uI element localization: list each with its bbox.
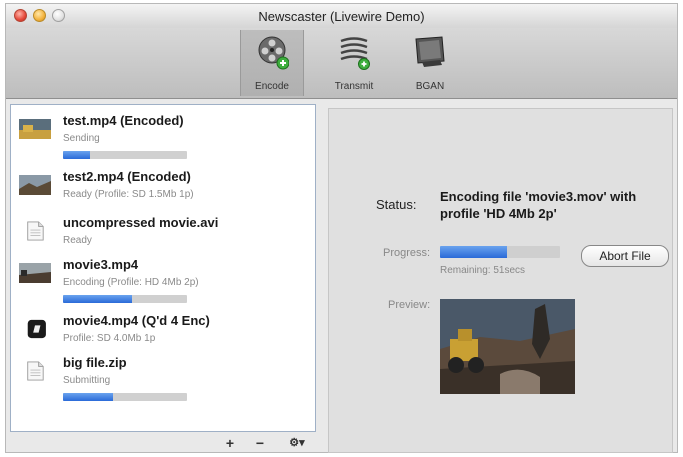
encode-tab-label: Encode [255,81,289,92]
status-text: Encoding file 'movie3.mov' with profile … [440,189,637,221]
item-progress-bar [63,295,187,303]
list-item[interactable]: movie3.mp4 Encoding (Profile: HD 4Mb 2p) [19,257,309,307]
progress-label: Progress: [383,247,431,259]
document-icon [27,361,44,381]
list-item[interactable]: test.mp4 (Encoded) Sending [19,113,309,163]
item-name: movie3.mp4 [63,257,139,272]
status-label: Status: [376,197,417,212]
video-thumbnail [19,263,51,283]
item-status: Encoding (Profile: HD 4Mb 2p) [63,277,199,288]
bgan-terminal-icon [415,36,445,67]
remaining-text: Remaining: 51secs [440,265,526,276]
queue-list[interactable]: test.mp4 (Encoded) Sending test2.mp4 (En… [10,104,316,432]
item-status: Submitting [63,375,111,386]
item-name: uncompressed movie.avi [63,215,219,230]
preview-image [440,299,575,394]
transmit-tab[interactable]: Transmit [322,30,386,96]
item-progress-bar [63,393,187,401]
window-title: Newscaster (Livewire Demo) [258,9,425,24]
preview-label: Preview: [388,299,431,311]
item-progress-fill [63,393,113,401]
item-status: Profile: SD 4.0Mb 1p [63,333,156,344]
detail-panel: Status: Encoding file 'movie3.mov' with … [328,108,673,453]
item-progress-bar [63,151,187,159]
item-progress-fill [63,151,91,159]
item-status: Ready (Profile: SD 1.5Mb 1p) [63,189,194,200]
video-thumbnail [19,119,51,139]
video-thumbnail [19,175,51,195]
item-name: movie4.mp4 (Q'd 4 Enc) [63,313,210,328]
bgan-tab-label: BGAN [415,81,445,92]
item-name: big file.zip [63,355,127,370]
document-icon [27,221,44,241]
item-name: test.mp4 (Encoded) [63,113,184,128]
item-name: test2.mp4 (Encoded) [63,169,191,184]
list-item[interactable]: big file.zip Submitting [19,355,309,405]
title-bar: Newscaster (Livewire Demo) [6,4,677,28]
film-reel-icon [258,36,289,70]
transmit-icon [340,37,370,70]
gear-menu-button[interactable]: ⚙▾ [280,434,314,452]
bgan-tab[interactable]: BGAN [398,30,462,96]
encode-tab[interactable]: Encode [240,30,304,96]
item-progress-fill [63,295,133,303]
list-item[interactable]: test2.mp4 (Encoded) Ready (Profile: SD 1… [19,169,309,219]
encode-progress-bar [440,246,560,258]
item-status: Ready [63,235,92,246]
item-status: Sending [63,133,100,144]
remove-button[interactable]: − [248,434,272,452]
quicktime-icon [27,319,46,339]
toolbar: Encode Transmit BGAN [6,28,677,99]
encode-progress-fill [440,246,508,258]
transmit-tab-label: Transmit [334,81,374,92]
add-button[interactable]: + [218,434,242,452]
abort-file-button[interactable]: Abort File [581,245,669,267]
